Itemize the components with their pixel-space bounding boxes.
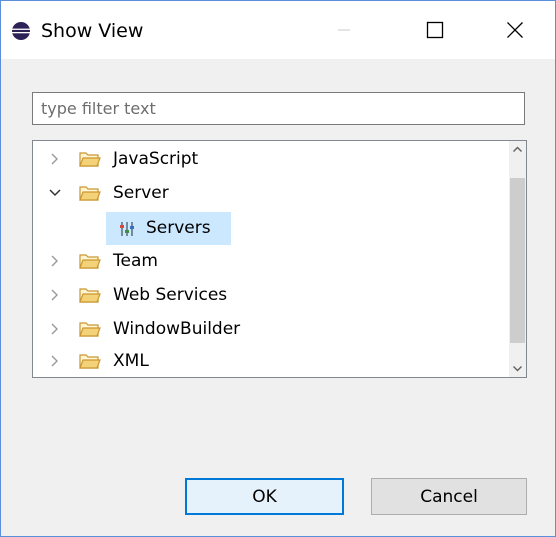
chevron-right-icon[interactable] [47,253,63,269]
tree-item-label: Servers [146,218,211,238]
cancel-button[interactable]: Cancel [371,478,527,515]
ok-button[interactable]: OK [185,478,344,515]
view-tree: JavaScript Server Servers Team Web Servi… [32,140,527,378]
tree-item-label: XML [113,351,149,371]
folder-icon [79,150,101,168]
servers-icon [118,220,136,238]
chevron-right-icon[interactable] [47,151,63,167]
chevron-right-icon[interactable] [47,287,63,303]
minimize-button[interactable] [314,1,374,59]
close-button[interactable] [485,1,545,59]
chevron-down-icon[interactable] [47,185,63,201]
tree-item-label: WindowBuilder [113,319,241,339]
filter-input[interactable] [32,92,525,125]
eclipse-icon [11,21,31,41]
window-title: Show View [41,20,144,42]
tree-item-label: Server [113,183,169,203]
tree-item-server[interactable]: Server [33,176,509,210]
scroll-up-icon[interactable] [509,141,526,158]
title-bar[interactable]: Show View [1,1,555,59]
folder-icon [79,352,101,370]
folder-icon [79,320,101,338]
chevron-right-icon[interactable] [47,353,63,369]
chevron-right-icon[interactable] [47,321,63,337]
tree-item-label: JavaScript [113,149,199,169]
maximize-button[interactable] [405,1,465,59]
scrollbar-thumb[interactable] [510,178,525,343]
folder-open-icon [79,184,101,202]
show-view-dialog: Show View type filter text JavaScript Se… [0,0,556,537]
tree-item-label: Team [113,251,158,271]
tree-item-windowbuilder[interactable]: WindowBuilder [33,312,509,346]
scroll-down-icon[interactable] [509,360,526,377]
folder-icon [79,286,101,304]
tree-item-web-services[interactable]: Web Services [33,278,509,312]
tree-item-team[interactable]: Team [33,244,509,278]
tree-item-servers[interactable]: Servers [106,212,231,245]
tree-item-xml[interactable]: XML [33,344,509,377]
vertical-scrollbar[interactable] [509,141,526,377]
tree-item-label: Web Services [113,285,228,305]
folder-icon [79,252,101,270]
tree-item-javascript[interactable]: JavaScript [33,142,509,176]
